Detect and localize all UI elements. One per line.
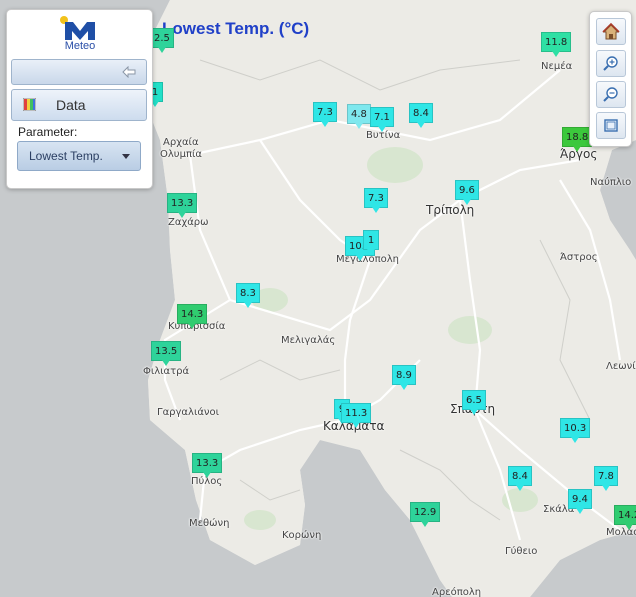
place-label: Μελιγαλάς xyxy=(281,335,336,346)
place-label: Ολυμπία xyxy=(160,149,202,160)
station-marker[interactable]: 9.6 xyxy=(455,180,479,205)
place-label: Ναύπλιο xyxy=(590,177,632,188)
station-marker[interactable]: 12.9 xyxy=(410,502,441,527)
station-marker[interactable]: 8.4 xyxy=(508,466,532,491)
place-label: Λεωνίδιο xyxy=(606,361,636,372)
station-marker[interactable]: 9.4 xyxy=(568,489,592,514)
home-button[interactable] xyxy=(596,18,626,45)
station-marker[interactable]: 1 xyxy=(363,230,379,255)
park xyxy=(502,488,538,512)
station-marker[interactable]: 18.8 xyxy=(562,127,593,152)
place-label: Γύθειο xyxy=(505,546,538,557)
control-panel: Meteo Data Parameter: Lowest Temp. xyxy=(6,9,153,189)
arrow-left-icon xyxy=(122,66,136,78)
place-label: Μεθώνη xyxy=(189,518,230,529)
data-button[interactable]: Data xyxy=(11,89,147,121)
station-marker[interactable]: 7.3 xyxy=(313,102,337,127)
station-marker[interactable]: 4.8 xyxy=(347,104,371,129)
place-label: Κορώνη xyxy=(282,530,322,541)
chevron-down-icon xyxy=(122,154,130,159)
station-marker[interactable]: 14.2 xyxy=(614,505,636,530)
place-label: Ζαχάρω xyxy=(168,217,209,228)
station-marker[interactable]: 8.4 xyxy=(409,103,433,128)
data-button-label: Data xyxy=(56,97,86,113)
zoom-out-button[interactable] xyxy=(596,81,626,108)
place-label: Νεμέα xyxy=(541,61,573,72)
color-palette-icon xyxy=(23,98,36,111)
station-marker[interactable]: 11.3 xyxy=(341,403,372,428)
station-marker[interactable]: 7.1 xyxy=(370,107,394,132)
place-label: Φιλιατρά xyxy=(143,366,190,377)
park xyxy=(448,316,492,344)
collapse-panel-button[interactable] xyxy=(11,59,147,85)
station-marker[interactable]: 8.9 xyxy=(392,365,416,390)
place-label: Αρεόπολη xyxy=(432,587,482,597)
station-marker[interactable]: 14.3 xyxy=(177,304,208,329)
parameter-select[interactable]: Lowest Temp. xyxy=(17,141,141,171)
park xyxy=(367,147,423,183)
parameter-label: Parameter: xyxy=(18,125,78,139)
station-marker[interactable]: 6.5 xyxy=(462,390,486,415)
place-label: Τρίπολη xyxy=(426,203,475,217)
full-extent-button[interactable] xyxy=(596,112,626,139)
zoom-in-button[interactable] xyxy=(596,50,626,77)
zoom-out-icon xyxy=(603,87,618,102)
station-marker[interactable]: 11.8 xyxy=(541,32,572,57)
station-marker[interactable]: 7.3 xyxy=(364,188,388,213)
station-marker[interactable]: 8.3 xyxy=(236,283,260,308)
map-toolbar xyxy=(589,11,632,147)
station-marker[interactable]: 10.3 xyxy=(560,418,591,443)
place-label: Άστρος xyxy=(560,252,598,263)
place-label: Γαργαλιάνοι xyxy=(157,407,220,418)
home-icon xyxy=(602,22,620,40)
station-marker[interactable]: 7.8 xyxy=(594,466,618,491)
full-extent-icon xyxy=(604,119,618,132)
parameter-select-value: Lowest Temp. xyxy=(29,149,103,163)
logo-text: Meteo xyxy=(64,40,96,52)
map-title: Lowest Temp. (°C) xyxy=(162,19,310,38)
map-view[interactable]: Lowest Temp. (°C) Νεμέα Βυτίνα Αρχαία Ολ… xyxy=(0,0,636,597)
place-label: Αρχαία xyxy=(163,137,199,148)
zoom-in-icon xyxy=(603,56,618,71)
station-marker[interactable]: 2.5 xyxy=(150,28,174,53)
station-marker[interactable]: 13.5 xyxy=(151,341,182,366)
station-marker[interactable]: 13.3 xyxy=(167,193,198,218)
station-marker[interactable]: 13.3 xyxy=(192,453,223,478)
park xyxy=(244,510,276,530)
